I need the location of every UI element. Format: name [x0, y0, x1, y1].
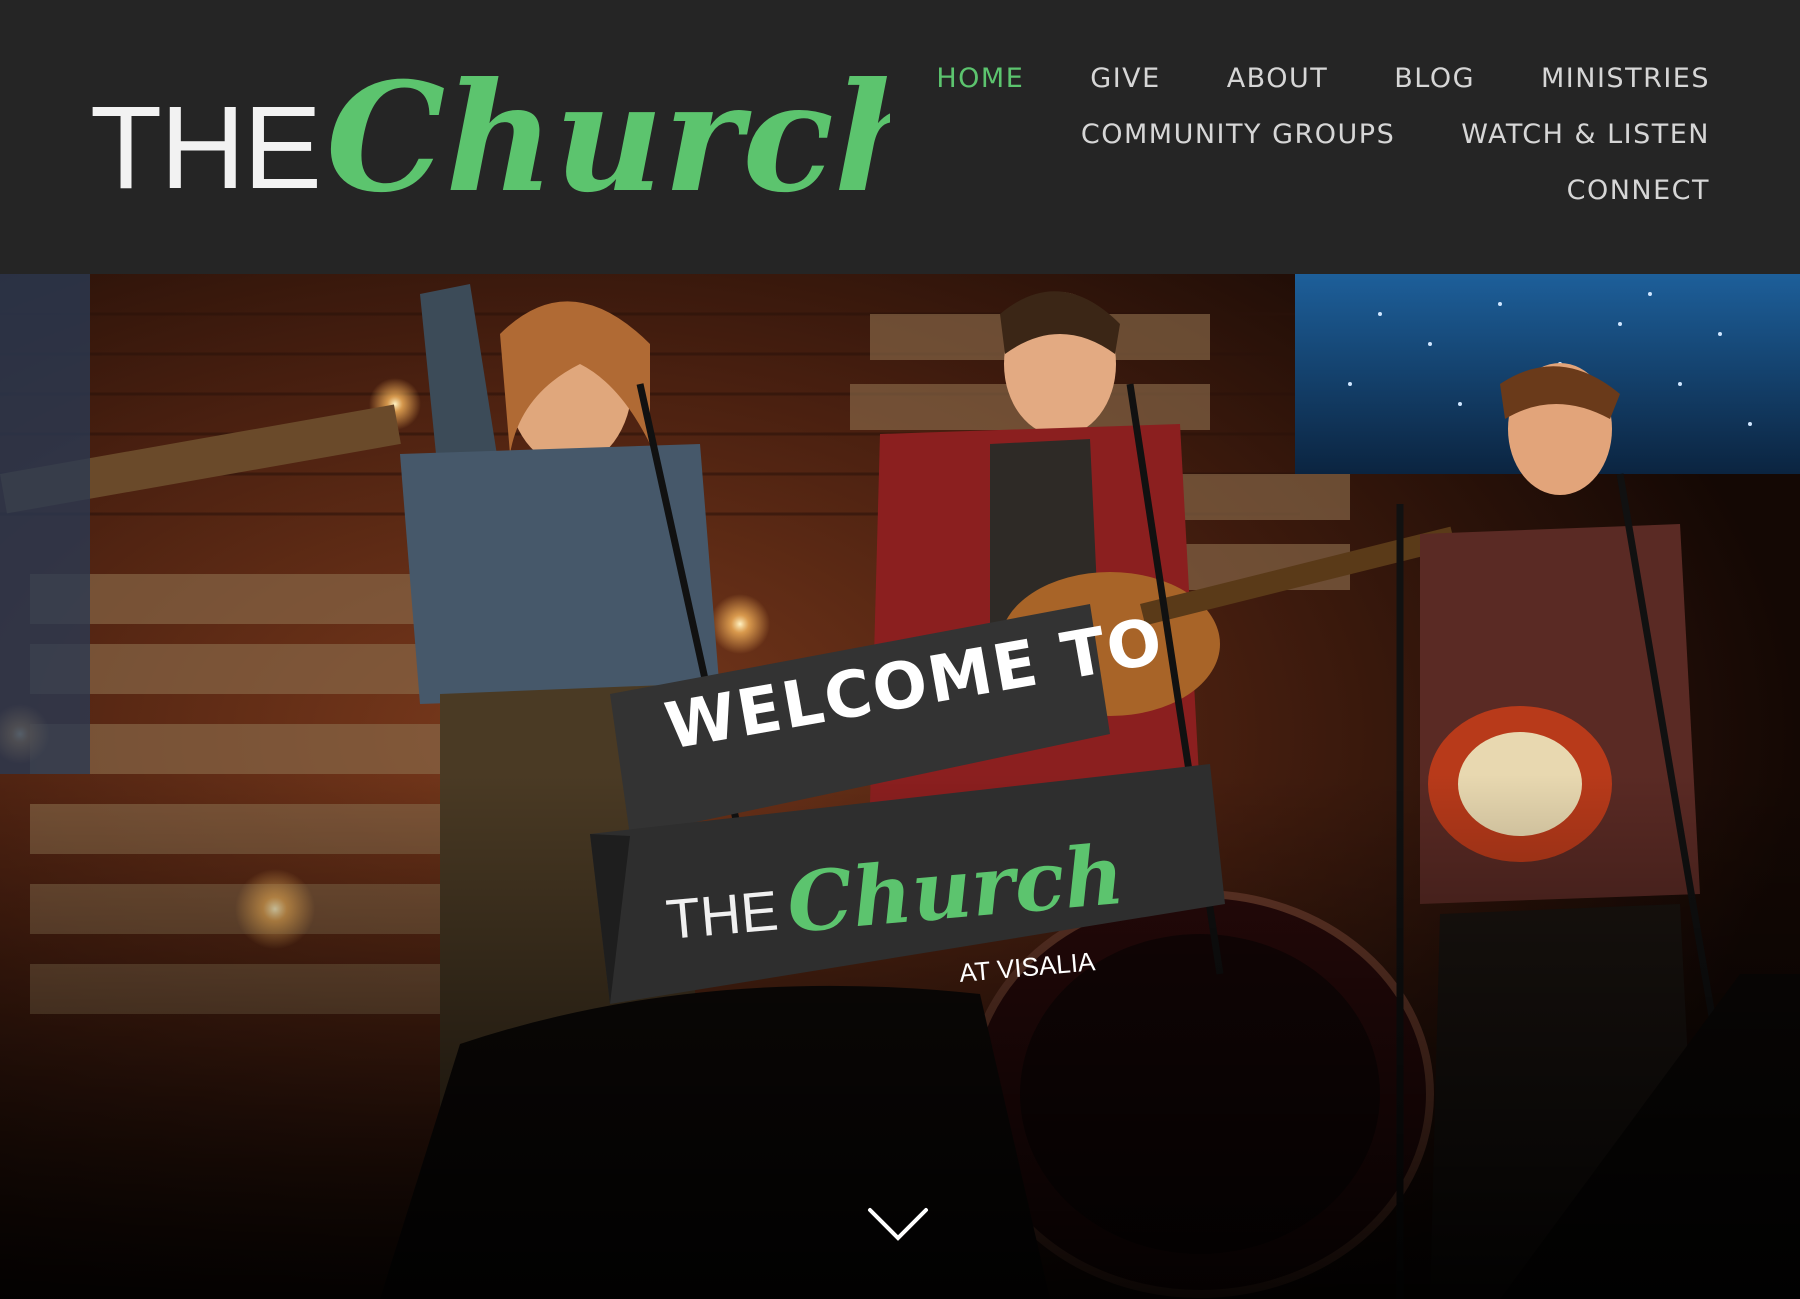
nav-row-3: CONNECT [810, 162, 1710, 218]
site-header: THE Church HOME GIVE ABOUT BLOG MINISTRI… [0, 0, 1800, 274]
logo-church: Church [326, 50, 890, 220]
banner-location: AT VISALIA [958, 946, 1097, 988]
site-logo[interactable]: THE Church [90, 40, 943, 226]
logo-the: THE [90, 82, 320, 214]
nav-row-1: HOME GIVE ABOUT BLOG MINISTRIES [810, 50, 1710, 106]
nav-row-2: COMMUNITY GROUPS WATCH & LISTEN [810, 106, 1710, 162]
nav-item-connect[interactable]: CONNECT [1567, 175, 1710, 206]
chevron-down-icon [868, 1208, 928, 1241]
scroll-down-button[interactable] [866, 1204, 930, 1244]
main-nav: HOME GIVE ABOUT BLOG MINISTRIES COMMUNIT… [810, 50, 1710, 218]
nav-item-give[interactable]: GIVE [1090, 63, 1160, 94]
welcome-banner-graphic: WELCOME TO THE Church AT VISALIA [590, 604, 1225, 1004]
nav-item-home[interactable]: HOME [936, 63, 1024, 94]
nav-item-about[interactable]: ABOUT [1227, 63, 1329, 94]
nav-item-blog[interactable]: BLOG [1394, 63, 1475, 94]
nav-item-watch-listen[interactable]: WATCH & LISTEN [1461, 119, 1710, 150]
banner-the: THE [664, 878, 781, 951]
welcome-banner: WELCOME TO THE Church AT VISALIA [590, 604, 1230, 1014]
logo-graphic: THE Church [90, 50, 943, 226]
nav-item-ministries[interactable]: MINISTRIES [1541, 63, 1710, 94]
nav-item-community-groups[interactable]: COMMUNITY GROUPS [1081, 119, 1395, 150]
hero-section: WELCOME TO THE Church AT VISALIA [0, 274, 1800, 1299]
